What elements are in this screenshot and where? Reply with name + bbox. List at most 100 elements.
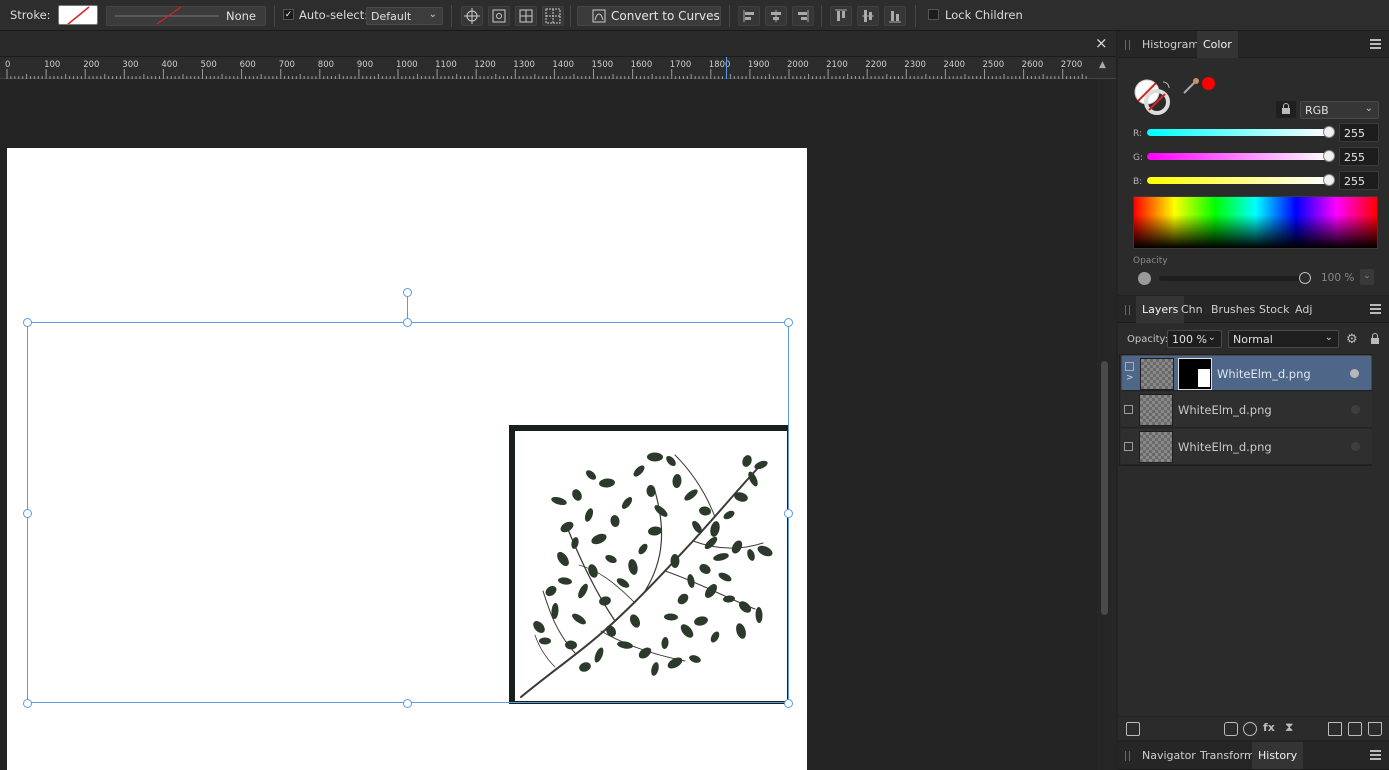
layer-visibility-dot[interactable]: [1350, 369, 1359, 378]
layer-visibility-icon[interactable]: [1124, 405, 1133, 414]
opacity-slider-knob[interactable]: [1299, 272, 1311, 284]
mask-layer-icon[interactable]: [1224, 722, 1238, 736]
align-center-button[interactable]: [765, 6, 787, 26]
tab-color[interactable]: Color: [1197, 31, 1238, 58]
layer-visibility-icon[interactable]: [1124, 442, 1133, 451]
blue-channel-value[interactable]: 255: [1339, 171, 1379, 190]
auto-select-dropdown[interactable]: Default ⌄: [366, 7, 443, 25]
layer-name: WhiteElm_d.png: [1178, 440, 1272, 454]
resize-handle-right[interactable]: [784, 509, 793, 518]
panel-grip-icon[interactable]: [1125, 40, 1130, 50]
expand-arrow-icon[interactable]: >: [1126, 373, 1134, 383]
layers-bottom-toolbar: fx ⧗: [1118, 716, 1389, 740]
stroke-color-swatch[interactable]: [58, 5, 98, 25]
tab-layers[interactable]: Layers: [1136, 296, 1185, 323]
scroll-up-arrow-icon[interactable]: ▲: [1099, 60, 1106, 70]
lock-children-checkbox[interactable]: [928, 9, 939, 20]
layer-visibility-dot[interactable]: [1351, 405, 1360, 414]
fill-stroke-icon: [1134, 79, 1170, 115]
layer-row[interactable]: WhiteElm_d.png: [1121, 392, 1372, 428]
tab-adjustments[interactable]: Adj: [1295, 296, 1312, 323]
green-channel-value[interactable]: 255: [1339, 147, 1379, 166]
arrange-layers-icon[interactable]: [1126, 722, 1140, 736]
panel-grip-icon[interactable]: [1125, 305, 1130, 315]
tab-stock[interactable]: Stock: [1259, 296, 1289, 323]
tab-histogram[interactable]: Histogram: [1142, 31, 1199, 58]
new-group-icon[interactable]: [1328, 722, 1342, 736]
ruler-cursor-marker: [726, 57, 727, 79]
transform-origin-button[interactable]: [461, 6, 483, 26]
resize-handle-bottom-left[interactable]: [23, 699, 32, 708]
canvas-viewport[interactable]: [0, 79, 1097, 770]
align-top-button[interactable]: [830, 6, 852, 26]
resize-handle-top[interactable]: [403, 318, 412, 327]
layer-row[interactable]: > WhiteElm_d.png: [1121, 355, 1372, 391]
layer-opacity-label: Opacity:: [1127, 334, 1169, 345]
selection-bounding-box[interactable]: [27, 322, 789, 703]
panel-menu-icon[interactable]: [1370, 304, 1381, 314]
gear-icon[interactable]: ⚙: [1346, 332, 1358, 347]
resize-handle-bottom[interactable]: [403, 699, 412, 708]
tab-brushes[interactable]: Brushes: [1211, 296, 1255, 323]
panel-menu-icon[interactable]: [1370, 39, 1381, 49]
tab-navigator[interactable]: Navigator: [1142, 742, 1196, 769]
layer-mask-thumbnail[interactable]: [1178, 358, 1212, 390]
auto-select-checkbox[interactable]: ✓: [283, 9, 294, 20]
layer-thumbnail: [1139, 431, 1173, 463]
close-document-icon[interactable]: ×: [1095, 34, 1108, 52]
rotation-handle[interactable]: [403, 288, 412, 297]
resize-handle-top-right[interactable]: [784, 318, 793, 327]
red-channel-slider[interactable]: [1147, 129, 1329, 136]
new-layer-icon[interactable]: [1348, 722, 1362, 736]
layer-visibility-icon[interactable]: [1125, 362, 1134, 371]
panel-grip-icon[interactable]: [1125, 751, 1130, 761]
show-bounding-box-button[interactable]: [488, 6, 510, 26]
blue-channel-slider[interactable]: [1147, 177, 1329, 184]
tab-transform[interactable]: Transform: [1200, 742, 1255, 769]
snapping-button[interactable]: [515, 6, 537, 26]
opacity-dropdown-icon[interactable]: ⌄: [1360, 269, 1374, 285]
opacity-slider[interactable]: [1159, 276, 1305, 281]
panel-menu-icon[interactable]: [1370, 750, 1381, 760]
resize-handle-bottom-right[interactable]: [784, 699, 793, 708]
color-picker-icon[interactable]: [1181, 76, 1201, 96]
green-channel-slider[interactable]: [1147, 153, 1329, 160]
stroke-width-control[interactable]: None: [106, 6, 266, 26]
live-filter-icon[interactable]: ⧗: [1285, 720, 1293, 735]
vertical-scrollbar-thumb[interactable]: [1101, 361, 1108, 615]
align-middle-button[interactable]: [857, 6, 879, 26]
layer-row[interactable]: WhiteElm_d.png: [1121, 429, 1372, 465]
blue-channel-knob[interactable]: [1323, 174, 1335, 186]
green-channel-knob[interactable]: [1323, 150, 1335, 162]
tab-channels[interactable]: Chn: [1181, 296, 1203, 323]
resize-handle-top-left[interactable]: [23, 318, 32, 327]
trash-icon[interactable]: [1368, 722, 1382, 736]
blend-mode-dropdown[interactable]: Normal ⌄: [1228, 330, 1339, 348]
chevron-down-icon: ⌄: [1324, 332, 1333, 343]
align-bottom-button[interactable]: [884, 6, 906, 26]
fill-stroke-swatch[interactable]: [1133, 78, 1173, 118]
curves-icon: [592, 9, 606, 23]
red-channel-knob[interactable]: [1323, 126, 1335, 138]
ruler-tick-label: 2600: [1022, 60, 1044, 70]
color-spectrum[interactable]: [1133, 196, 1378, 249]
vertical-scrollbar[interactable]: [1097, 79, 1116, 770]
convert-to-curves-button[interactable]: Convert to Curves: [577, 6, 721, 26]
layer-effects-icon[interactable]: fx: [1263, 721, 1275, 734]
tab-history[interactable]: History: [1252, 742, 1304, 769]
lock-icon[interactable]: [1368, 332, 1382, 346]
align-left-button[interactable]: [738, 6, 760, 26]
resize-handle-left[interactable]: [23, 509, 32, 518]
align-right-icon: [798, 10, 809, 22]
app-window: Stroke: None ✓ Auto-select: Default ⌄ Co…: [0, 0, 1389, 770]
context-toolbar: Stroke: None ✓ Auto-select: Default ⌄ Co…: [0, 0, 1389, 31]
ruler-tick-label: 1300: [513, 60, 535, 70]
adjustment-layer-icon[interactable]: [1243, 722, 1257, 736]
align-right-button[interactable]: [792, 6, 814, 26]
layer-opacity-dropdown[interactable]: 100 % ⌄: [1167, 330, 1222, 348]
red-channel-value[interactable]: 255: [1339, 123, 1379, 142]
layer-visibility-dot[interactable]: [1351, 442, 1360, 451]
grid-button[interactable]: [542, 6, 564, 26]
color-model-dropdown[interactable]: RGB ⌄: [1300, 101, 1379, 119]
lock-icon[interactable]: [1276, 101, 1296, 118]
